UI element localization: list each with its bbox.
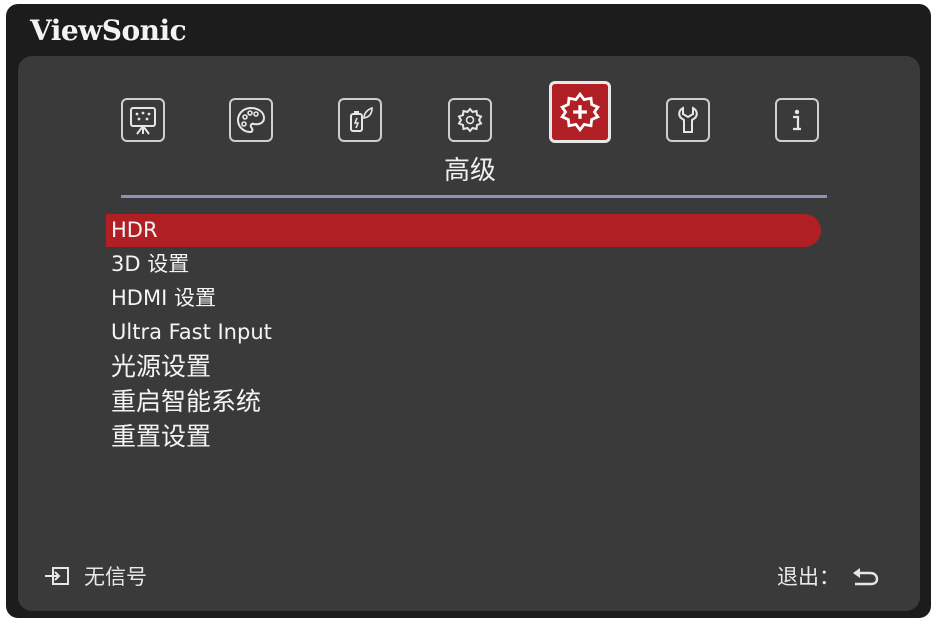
active-tab-title: 高级 (443, 156, 496, 186)
tab-color[interactable] (229, 98, 273, 142)
menu-item-reset-settings[interactable]: 重置设置 (106, 420, 826, 454)
tab-display[interactable] (121, 98, 165, 142)
tab-power[interactable] (338, 98, 382, 142)
exit-label: 退出： (777, 565, 840, 589)
advanced-gear-icon (560, 91, 600, 133)
input-source-icon (45, 567, 69, 585)
menu-item-ultra-fast-input[interactable]: Ultra Fast Input (106, 316, 826, 349)
menu-item-light-source-settings[interactable]: 光源设置 (106, 350, 826, 384)
tab-bar: 高级 (18, 56, 920, 206)
palette-icon (236, 106, 266, 134)
basic-gear-icon (457, 107, 483, 133)
info-icon (793, 109, 801, 131)
power-saving-icon (350, 106, 373, 132)
divider-line (121, 195, 827, 198)
exit-hint[interactable]: 退出： (777, 561, 880, 591)
menu-item-hdmi-settings[interactable]: HDMI 设置 (106, 282, 826, 315)
wrench-icon (678, 106, 698, 133)
source-status: 无信号 (44, 561, 147, 591)
menu-panel: 高级 HDR 3D 设置 HDMI 设置 Ultra Fast Input 光源… (18, 56, 920, 611)
menu-item-restart-smart-system[interactable]: 重启智能系统 (106, 385, 826, 419)
tab-settings[interactable] (666, 98, 710, 142)
menu-list: HDR 3D 设置 HDMI 设置 Ultra Fast Input 光源设置 … (106, 214, 826, 455)
osd-window: ViewSonic 高级 HDR 3D 设置 HDMI 设置 Ultra Fas… (6, 4, 931, 618)
brand-logo: ViewSonic (30, 14, 187, 47)
tab-basic[interactable] (448, 98, 492, 142)
tab-information[interactable] (775, 98, 819, 142)
menu-item-3d-settings[interactable]: 3D 设置 (106, 248, 826, 281)
source-status-text: 无信号 (84, 565, 147, 589)
return-arrow-icon (853, 568, 879, 586)
display-icon (130, 107, 156, 135)
tab-advanced[interactable] (549, 81, 611, 143)
menu-item-hdr[interactable]: HDR (106, 214, 821, 247)
